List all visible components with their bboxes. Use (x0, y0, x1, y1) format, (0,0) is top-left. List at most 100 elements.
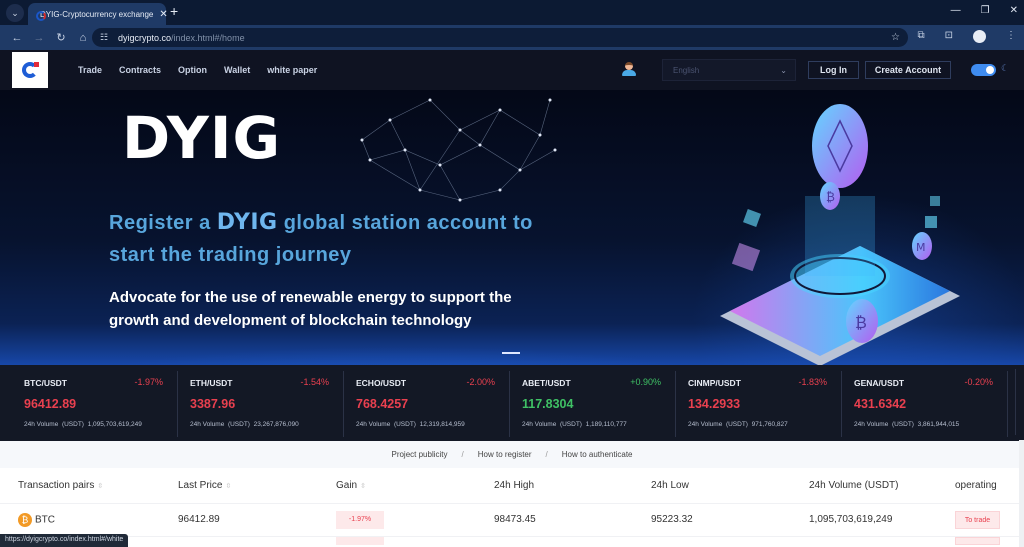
table-row[interactable] (0, 535, 1024, 547)
bookmark-star-icon[interactable]: ☆ (891, 32, 900, 43)
ticker-change: -2.00% (466, 377, 495, 387)
ticker-card[interactable]: BTC/USDT -1.97% 96412.89 24h Volume (USD… (12, 371, 178, 437)
tab-close-icon[interactable]: ✕ (159, 9, 167, 20)
link-separator: / (545, 450, 548, 459)
ticker-card[interactable]: ECHO/USDT -2.00% 768.4257 24h Volume (US… (344, 371, 510, 437)
nav-wallet[interactable]: Wallet (224, 65, 250, 75)
link-project-publicity[interactable]: Project publicity (391, 450, 447, 459)
col-gain[interactable]: Gain ⇳ (336, 468, 494, 503)
site-info-icon[interactable]: ☷ (100, 32, 116, 43)
back-icon[interactable]: ← (6, 32, 28, 44)
hero-title: DYIG (122, 104, 282, 172)
ticker-change: -1.83% (798, 377, 827, 387)
ticker-pair: ETH/USDT (190, 378, 233, 388)
hero-sub-line2: start the trading journey (109, 244, 352, 266)
ticker-pair: BTC/USDT (24, 378, 67, 388)
nav-option[interactable]: Option (178, 65, 207, 75)
ticker-pair: ABET/USDT (522, 378, 571, 388)
to-trade-button[interactable] (955, 536, 1000, 545)
ticker-card[interactable]: CINMP/USDT -1.83% 134.2933 24h Volume (U… (676, 371, 842, 437)
ticker-volume: 24h Volume (USDT) 23,267,876,090 (190, 421, 299, 428)
ticker-card[interactable]: ETH/USDT -1.54% 3387.96 24h Volume (USDT… (178, 371, 344, 437)
ticker-price: 431.6342 (854, 397, 907, 411)
svg-text:₿: ₿ (855, 313, 867, 332)
ticker-price: 96412.89 (24, 397, 77, 411)
btc-coin-icon: ₿ (18, 512, 32, 527)
link-how-to-authenticate[interactable]: How to authenticate (562, 450, 633, 459)
ticker-volume: 24h Volume (USDT) 1,095,703,619,249 (24, 421, 142, 428)
hero-sub-brand: DYIG (216, 210, 278, 235)
url-path: /index.html#/home (171, 32, 245, 43)
nav-white-paper[interactable]: white paper (267, 65, 317, 75)
reload-icon[interactable]: ↻ (50, 31, 72, 44)
nav-trade[interactable]: Trade (78, 65, 102, 75)
link-how-to-register[interactable]: How to register (478, 450, 532, 459)
table-row[interactable]: ₿ BTC 96412.89 -1.97% 98473.45 95223.32 1… (0, 502, 1024, 536)
ticker-volume: 24h Volume (USDT) 1,189,110,777 (522, 421, 627, 428)
hero-desc-line2: growth and development of blockchain tec… (109, 312, 472, 329)
col-operating: operating (955, 479, 997, 491)
restore-icon[interactable]: ❐ (981, 5, 990, 16)
ticker-volume: 24h Volume (USDT) 12,319,814,959 (356, 421, 465, 428)
profile-avatar-icon[interactable] (973, 30, 986, 43)
language-value: English (673, 65, 700, 75)
price-ticker: BTC/USDT -1.97% 96412.89 24h Volume (USD… (0, 365, 1024, 441)
ticker-change: +0.90% (630, 377, 661, 387)
col-24h-high: 24h High (494, 479, 535, 491)
hero-banner[interactable]: DYIG Register a DYIG global station acco… (0, 90, 1024, 365)
sort-icon[interactable]: ⇳ (360, 483, 366, 490)
to-trade-button[interactable]: To trade (955, 510, 1000, 529)
sort-icon[interactable]: ⇳ (225, 483, 231, 490)
link-separator: / (461, 450, 464, 459)
crypto-phone-illustration: ₿ M ₿ (720, 104, 960, 365)
close-window-icon[interactable]: ✕ (1010, 5, 1018, 16)
carousel-indicator-active[interactable] (502, 352, 520, 354)
ticker-price: 3387.96 (190, 397, 236, 411)
language-select[interactable]: English ⌄ (662, 59, 796, 81)
extensions-icon[interactable]: ⧉ (917, 30, 924, 43)
ticker-pair: ECHO/USDT (356, 378, 407, 388)
nav-contracts[interactable]: Contracts (119, 65, 161, 75)
ticker-change: -1.97% (134, 377, 163, 387)
new-tab-button[interactable]: + (170, 4, 178, 18)
login-button[interactable]: Log In (808, 61, 859, 79)
page-scrollbar[interactable] (1019, 440, 1024, 547)
chevron-down-icon: ⌄ (780, 65, 787, 75)
create-account-button[interactable]: Create Account (865, 61, 951, 79)
info-links-bar: Project publicity / How to register / Ho… (0, 441, 1024, 468)
url-host: dyigcrypto.co (118, 32, 172, 43)
site-logo[interactable] (12, 52, 48, 88)
col-24h-volume: 24h Volume (USDT) (809, 479, 899, 491)
ticker-pair: GENA/USDT (854, 378, 905, 388)
sort-icon[interactable]: ⇳ (97, 483, 103, 490)
hero-subtitle: Register a DYIG global station account t… (109, 207, 533, 271)
cell-operating: To trade (955, 502, 1024, 536)
ticker-card[interactable]: GENA/USDT -0.20% 431.6342 24h Volume (US… (842, 371, 1008, 437)
tab-search-button[interactable]: ⌄ (6, 4, 24, 22)
svg-text:₿: ₿ (826, 190, 835, 204)
table-header-row: Transaction pairs ⇳ Last Price ⇳ Gain ⇳ 24h… (0, 468, 1024, 503)
gain-badge (336, 536, 384, 545)
col-last-price[interactable]: Last Price ⇳ (178, 468, 336, 503)
home-icon[interactable]: ⌂ (72, 32, 94, 44)
ticker-pair: CINMP/USDT (688, 378, 741, 388)
cell-pair: ₿ BTC (0, 502, 178, 536)
col-transaction-pairs[interactable]: Transaction pairs ⇳ (0, 468, 178, 503)
minimize-icon[interactable]: — (951, 5, 961, 16)
ticker-price: 134.2933 (688, 397, 741, 411)
col-24h-low: 24h Low (651, 479, 689, 491)
browser-menu-icon[interactable]: ⋮ (1006, 30, 1016, 43)
customer-support-icon[interactable] (622, 62, 636, 78)
cell-24h-low: 95223.32 (651, 502, 809, 536)
logo-square-icon (34, 62, 39, 67)
address-bar[interactable]: ☷ dyigcrypto.co /index.html#/home ☆ (92, 28, 908, 47)
network-graphic (360, 98, 557, 202)
forward-icon[interactable]: → (28, 32, 50, 44)
ticker-card[interactable]: ABET/USDT +0.90% 117.8304 24h Volume (US… (510, 371, 676, 437)
ticker-scrollbar[interactable] (1015, 369, 1021, 435)
screenshot-icon[interactable]: ⊡ (945, 30, 953, 43)
theme-toggle[interactable] (971, 64, 996, 76)
cell-last-price: 96412.89 (178, 502, 336, 536)
ticker-price: 117.8304 (522, 397, 574, 411)
browser-tab-active[interactable]: DYIG-Cryptocurrency exchange ✕ (28, 3, 168, 25)
